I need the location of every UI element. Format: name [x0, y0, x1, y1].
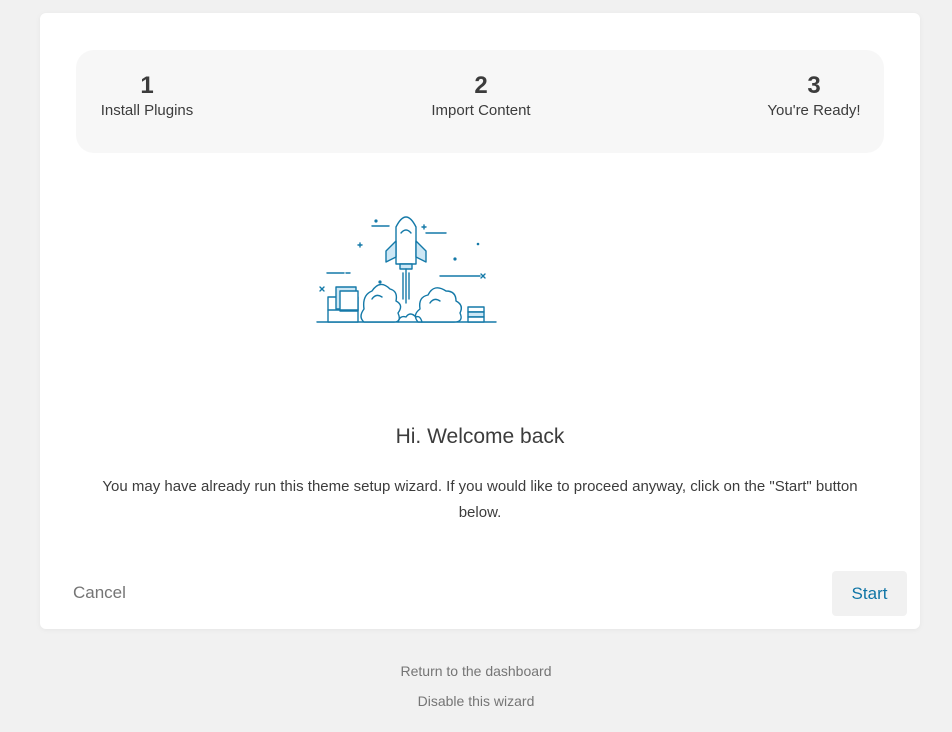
- welcome-description: You may have already run this theme setu…: [102, 478, 858, 521]
- step-number: 3: [807, 72, 821, 99]
- step-import-content: 2 Import Content: [428, 72, 534, 119]
- cancel-button[interactable]: Cancel: [73, 583, 126, 603]
- step-label: Import Content: [431, 102, 531, 119]
- welcome-title: Hi. Welcome back: [395, 425, 565, 448]
- rocket-launch-illustration: [316, 216, 497, 323]
- step-label: You're Ready!: [767, 102, 861, 119]
- step-number: 1: [140, 72, 154, 99]
- step-youre-ready: 3 You're Ready!: [767, 72, 861, 119]
- setup-wizard-card: 1 Install Plugins 2 Import Content 3 You…: [40, 13, 920, 629]
- disable-wizard-link[interactable]: Disable this wizard: [0, 693, 952, 709]
- wizard-steps: 1 Install Plugins 2 Import Content 3 You…: [76, 50, 884, 153]
- step-label: Install Plugins: [100, 102, 194, 119]
- step-number: 2: [474, 72, 488, 99]
- start-button[interactable]: Start: [832, 571, 907, 616]
- return-to-dashboard-link[interactable]: Return to the dashboard: [0, 663, 952, 679]
- step-install-plugins: 1 Install Plugins: [98, 72, 196, 119]
